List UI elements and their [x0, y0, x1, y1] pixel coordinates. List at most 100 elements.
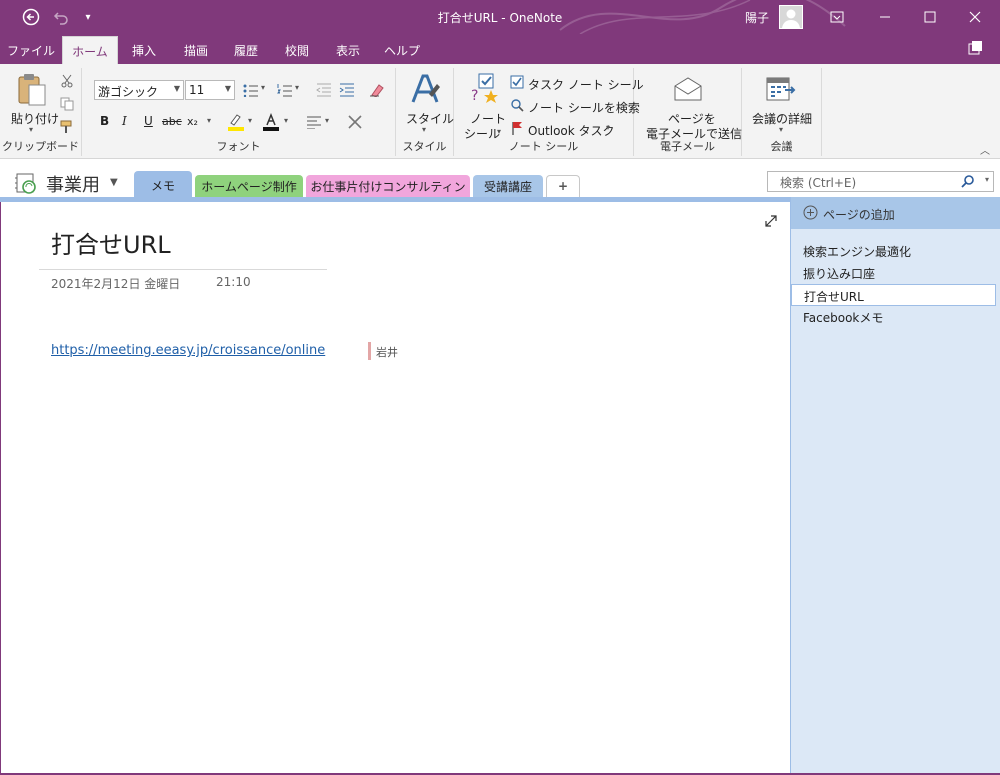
user-avatar[interactable] — [779, 5, 803, 29]
add-page-label: ページの追加 — [823, 208, 895, 222]
align-dropdown-icon[interactable]: ▾ — [325, 116, 329, 125]
font-name-value: 游ゴシック — [98, 85, 159, 99]
align-icon[interactable] — [303, 112, 325, 132]
tab-help[interactable]: ヘルプ — [381, 34, 423, 64]
ribbon-tabs: ファイル ホーム 挿入 描画 履歴 校閲 表示 ヘルプ — [0, 34, 1000, 64]
minimize-icon[interactable] — [870, 0, 900, 34]
notebook-name[interactable]: 事業用 — [46, 171, 100, 197]
tab-view[interactable]: 表示 — [328, 34, 368, 64]
tab-review[interactable]: 校閲 — [277, 34, 317, 64]
decrease-indent-icon[interactable] — [314, 81, 334, 99]
tab-file[interactable]: ファイル — [4, 34, 58, 64]
task-tag-button[interactable]: タスク ノート シール — [528, 76, 644, 93]
clipboard-group-label: クリップボード — [2, 140, 79, 153]
styles-icon[interactable] — [408, 72, 442, 106]
expand-icon[interactable] — [764, 214, 778, 232]
subscript-dropdown-icon[interactable]: ▾ — [207, 116, 211, 125]
svg-text:?: ? — [471, 88, 478, 104]
search-input[interactable]: 検索 (Ctrl+E) ▾ — [767, 171, 994, 192]
styles-dropdown-icon[interactable]: ▾ — [422, 125, 426, 134]
styles-button[interactable]: スタイル — [406, 110, 454, 127]
collapse-ribbon-icon[interactable]: ︿ — [980, 142, 990, 157]
tab-history[interactable]: 履歴 — [226, 34, 266, 64]
font-size-combo[interactable]: 11 ▼ — [185, 80, 235, 100]
search-icon[interactable] — [961, 174, 975, 191]
font-color-icon[interactable] — [260, 112, 282, 132]
highlight-dropdown-icon[interactable]: ▾ — [248, 116, 252, 125]
page-item-bank-account[interactable]: 振り込み口座 — [791, 262, 996, 284]
note-tag-icon[interactable]: ? — [468, 72, 502, 106]
notebook-icon[interactable] — [13, 171, 39, 195]
page-item-meeting-url[interactable]: 打合せURL — [791, 284, 996, 306]
bullets-icon[interactable] — [240, 81, 262, 99]
email-group-label: 電子メール — [660, 140, 715, 153]
page-canvas[interactable]: 打合せURL 2021年2月12日 金曜日 21:10 https://meet… — [0, 202, 790, 775]
paste-button[interactable]: 貼り付け — [11, 110, 59, 127]
search-scope-dropdown-icon[interactable]: ▾ — [985, 175, 989, 184]
section-tab-homepage[interactable]: ホームページ制作 — [195, 175, 303, 197]
ribbon-display-options-icon[interactable] — [822, 0, 852, 34]
format-painter-icon[interactable] — [58, 118, 76, 136]
fullpage-view-icon[interactable] — [968, 40, 988, 58]
delete-icon[interactable] — [344, 112, 366, 132]
paste-dropdown-icon[interactable]: ▾ — [29, 125, 33, 134]
strikethrough-button[interactable]: abc — [162, 115, 182, 128]
note-tag-dropdown-icon[interactable]: ▾ — [497, 127, 501, 136]
outlook-tasks-dropdown-icon[interactable]: ▾ — [606, 123, 610, 132]
author-indicator — [368, 342, 371, 360]
copy-icon[interactable] — [58, 95, 76, 113]
underline-button[interactable]: U — [144, 114, 153, 128]
close-icon[interactable] — [960, 0, 990, 34]
notebook-dropdown-icon[interactable]: ▼ — [110, 177, 118, 188]
chevron-down-icon: ▼ — [173, 84, 180, 93]
page-list: ページの追加 検索エンジン最適化 振り込み口座 打合せURL Facebookメ… — [790, 197, 1000, 775]
styles-group-label: スタイル — [402, 140, 447, 153]
meeting-details-icon[interactable] — [764, 72, 798, 106]
page-time: 21:10 — [216, 275, 251, 289]
section-tab-consulting[interactable]: お仕事片付けコンサルティング — [306, 175, 470, 211]
page-title[interactable]: 打合せURL — [51, 225, 171, 260]
italic-button[interactable]: I — [122, 114, 127, 128]
numbering-dropdown-icon[interactable]: ▾ — [295, 83, 299, 92]
font-group: 游ゴシック ▼ 11 ▼ ▾ ▾ B I U abc x₂ ▾ ▾ ▾ ▾ フォ… — [82, 68, 396, 156]
page-item-facebook-memo[interactable]: Facebookメモ — [791, 306, 996, 328]
tab-draw[interactable]: 描画 — [176, 34, 216, 64]
author-name: 岩井 — [376, 346, 398, 359]
meetings-group-label: 会議 — [770, 140, 793, 153]
font-color-dropdown-icon[interactable]: ▾ — [284, 116, 288, 125]
font-size-value: 11 — [189, 83, 205, 97]
find-tags-button[interactable]: ノート シールを検索 — [528, 99, 640, 116]
flag-icon[interactable] — [509, 120, 525, 136]
bullets-dropdown-icon[interactable]: ▾ — [261, 83, 265, 92]
page-item-seo[interactable]: 検索エンジン最適化 — [791, 240, 996, 262]
paste-icon[interactable] — [14, 72, 50, 108]
tab-home[interactable]: ホーム — [62, 36, 118, 64]
section-tab-memo[interactable]: メモ — [134, 171, 192, 197]
subscript-button[interactable]: x₂ — [187, 115, 198, 128]
chevron-down-icon: ▼ — [224, 84, 231, 93]
tab-insert[interactable]: 挿入 — [124, 34, 164, 64]
font-group-label: フォント — [216, 140, 261, 153]
outlook-tasks-button[interactable]: Outlook タスク — [528, 122, 615, 139]
bold-button[interactable]: B — [100, 114, 109, 128]
email-page-icon[interactable] — [672, 74, 704, 104]
highlight-icon[interactable] — [225, 112, 247, 132]
title-bar: ▾ 打合せURL - OneNote 陽子 — [0, 0, 1000, 34]
increase-indent-icon[interactable] — [337, 81, 357, 99]
clear-formatting-icon[interactable] — [367, 81, 387, 99]
task-tag-icon[interactable] — [509, 74, 525, 90]
cut-icon[interactable] — [58, 72, 76, 90]
add-page-button[interactable]: ページの追加 — [791, 197, 1000, 229]
user-name[interactable]: 陽子 — [745, 9, 769, 26]
add-section-button[interactable]: + — [546, 175, 580, 197]
maximize-icon[interactable] — [915, 0, 945, 34]
tags-group: ? ノート シール ▾ タスク ノート シール ノート シールを検索 Outlo… — [454, 68, 644, 156]
meeting-link[interactable]: https://meeting.eeasy.jp/croissance/onli… — [51, 343, 325, 358]
title-divider — [39, 269, 327, 270]
meeting-details-dropdown-icon[interactable]: ▾ — [779, 125, 783, 134]
styles-group: スタイル ▾ スタイル — [396, 68, 454, 156]
numbering-icon[interactable] — [274, 81, 296, 99]
section-tab-course[interactable]: 受講講座 — [473, 175, 543, 197]
find-tags-icon[interactable] — [509, 97, 525, 113]
font-name-combo[interactable]: 游ゴシック ▼ — [94, 80, 184, 100]
